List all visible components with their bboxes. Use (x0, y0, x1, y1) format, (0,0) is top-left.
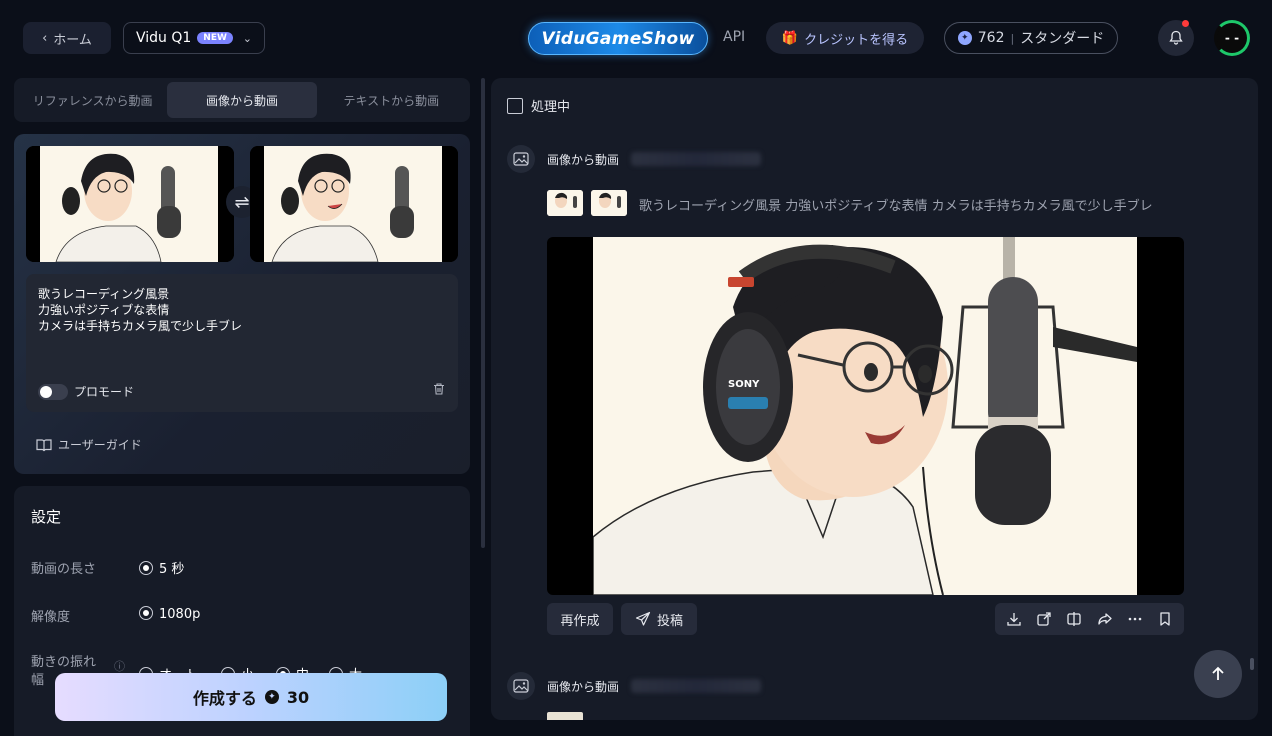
compare-icon[interactable] (1062, 607, 1086, 631)
image-video-icon (507, 145, 535, 173)
get-credits-label: クレジットを得る (804, 32, 909, 48)
result-toolbar (995, 603, 1184, 635)
chevron-left-icon: ‹ (42, 30, 48, 46)
divider: | (1010, 31, 1015, 45)
create-button[interactable]: 作成する ✦ 30 (55, 673, 447, 721)
input-thumbnail[interactable] (547, 190, 583, 216)
plan-name: スタンダード (1020, 31, 1105, 47)
duration-value: 5 秒 (159, 562, 185, 577)
start-frame-image[interactable] (26, 146, 234, 262)
external-icon[interactable] (1032, 607, 1056, 631)
duration-option[interactable]: 5 秒 (139, 558, 184, 577)
end-frame-image[interactable] (250, 146, 458, 262)
left-panel: リファレンスから動画 画像から動画 テキストから動画 ⇌ 歌うレコーディング風景… (14, 78, 470, 736)
post-label: 投稿 (656, 613, 683, 629)
info-icon[interactable]: ⓘ (114, 658, 125, 674)
blurred-timestamp (631, 152, 762, 166)
prompt-input[interactable]: 歌うレコーディング風景 力強いポジティブな表情 カメラは手持ちカメラ風で少し手ブ… (26, 274, 458, 412)
result-type-label: 画像から動画 (547, 679, 620, 694)
pro-mode-toggle[interactable]: プロモード (38, 383, 134, 400)
credit-icon: ✦ (957, 31, 972, 45)
blurred-timestamp (631, 679, 762, 693)
download-icon[interactable] (1002, 607, 1026, 631)
avatar[interactable]: - - (1214, 20, 1250, 56)
trash-icon[interactable] (432, 382, 446, 400)
book-icon (36, 438, 52, 451)
send-icon (635, 611, 651, 626)
settings-title: 設定 (31, 508, 62, 526)
mode-tabs: リファレンスから動画 画像から動画 テキストから動画 (14, 78, 470, 122)
user-guide-label: ユーザーガイド (58, 438, 142, 452)
new-badge: NEW (197, 32, 233, 44)
home-button[interactable]: ‹ ホーム (23, 22, 111, 54)
video-frame: SONY (592, 237, 1137, 595)
right-scrollbar[interactable] (1250, 658, 1254, 670)
credit-count: 762 (977, 30, 1005, 46)
input-thumbnails (547, 190, 627, 216)
arrow-up-icon (1212, 666, 1224, 680)
coin-icon: ✦ (264, 690, 279, 704)
processing-label: 処理中 (531, 100, 571, 115)
plan-button[interactable]: ✦ 762 | スタンダード (944, 22, 1118, 54)
model-selector[interactable]: Vidu Q1 NEW ⌄ (123, 22, 265, 54)
create-label: 作成する (192, 689, 257, 708)
duration-label: 動画の長さ (31, 562, 97, 577)
brand-logo[interactable]: ViduGameShow (528, 22, 708, 55)
left-scrollbar[interactable] (481, 78, 485, 548)
input-thumbnail[interactable] (547, 712, 583, 720)
toggle-switch[interactable] (38, 383, 68, 400)
results-panel: 処理中 画像から動画 歌うレコーディング風景 力強いポジティブな表情 カメラは手… (491, 78, 1258, 720)
notification-dot (1182, 20, 1189, 27)
bookmark-icon[interactable] (1153, 607, 1177, 631)
result-prompt: 歌うレコーディング風景 力強いポジティブな表情 カメラは手持ちカメラ風で少し手ブ… (639, 199, 1153, 214)
more-icon[interactable] (1123, 607, 1147, 631)
result-type-label: 画像から動画 (547, 152, 620, 167)
post-button[interactable]: 投稿 (621, 603, 697, 635)
top-bar: ‹ ホーム Vidu Q1 NEW ⌄ ViduGameShow API 🎁 ク… (0, 0, 1272, 76)
image-video-icon (507, 672, 535, 700)
api-link[interactable]: API (723, 29, 745, 45)
input-card: ⇌ 歌うレコーディング風景 力強いポジティブな表情 カメラは手持ちカメラ風で少し… (14, 134, 470, 474)
home-label: ホーム (53, 32, 92, 48)
user-guide-link[interactable]: ユーザーガイド (36, 436, 142, 453)
prompt-text[interactable]: 歌うレコーディング風景 力強いポジティブな表情 カメラは手持ちカメラ風で少し手ブ… (38, 286, 446, 334)
chevron-down-icon: ⌄ (242, 31, 252, 45)
processing-checkbox[interactable] (507, 97, 523, 114)
result-entry-header: 画像から動画 (507, 145, 762, 173)
bell-icon (1169, 30, 1183, 45)
recreate-button[interactable]: 再作成 (547, 603, 613, 635)
scroll-to-top-button[interactable] (1194, 650, 1242, 698)
svg-text:SONY: SONY (728, 379, 760, 390)
share-icon[interactable] (1093, 607, 1117, 631)
resolution-option[interactable]: 1080p (139, 606, 200, 622)
gift-icon: 🎁 (781, 30, 799, 46)
get-credits-button[interactable]: 🎁 クレジットを得る (766, 22, 924, 54)
video-player[interactable]: SONY (547, 237, 1184, 595)
resolution-label: 解像度 (31, 610, 71, 625)
input-thumbnail[interactable] (591, 190, 627, 216)
tab-image-to-video[interactable]: 画像から動画 (167, 82, 317, 118)
tab-text-to-video[interactable]: テキストから動画 (317, 82, 466, 118)
notification-button[interactable] (1158, 20, 1194, 56)
radio-selected[interactable] (139, 606, 153, 620)
result-entry-header: 画像から動画 (507, 672, 762, 700)
model-name: Vidu Q1 (136, 30, 192, 46)
radio-selected[interactable] (139, 561, 153, 575)
create-cost: 30 (286, 687, 310, 707)
tab-reference-to-video[interactable]: リファレンスから動画 (18, 82, 167, 118)
resolution-value: 1080p (159, 607, 201, 622)
processing-filter[interactable]: 処理中 (507, 96, 570, 115)
pro-mode-label: プロモード (74, 385, 135, 399)
